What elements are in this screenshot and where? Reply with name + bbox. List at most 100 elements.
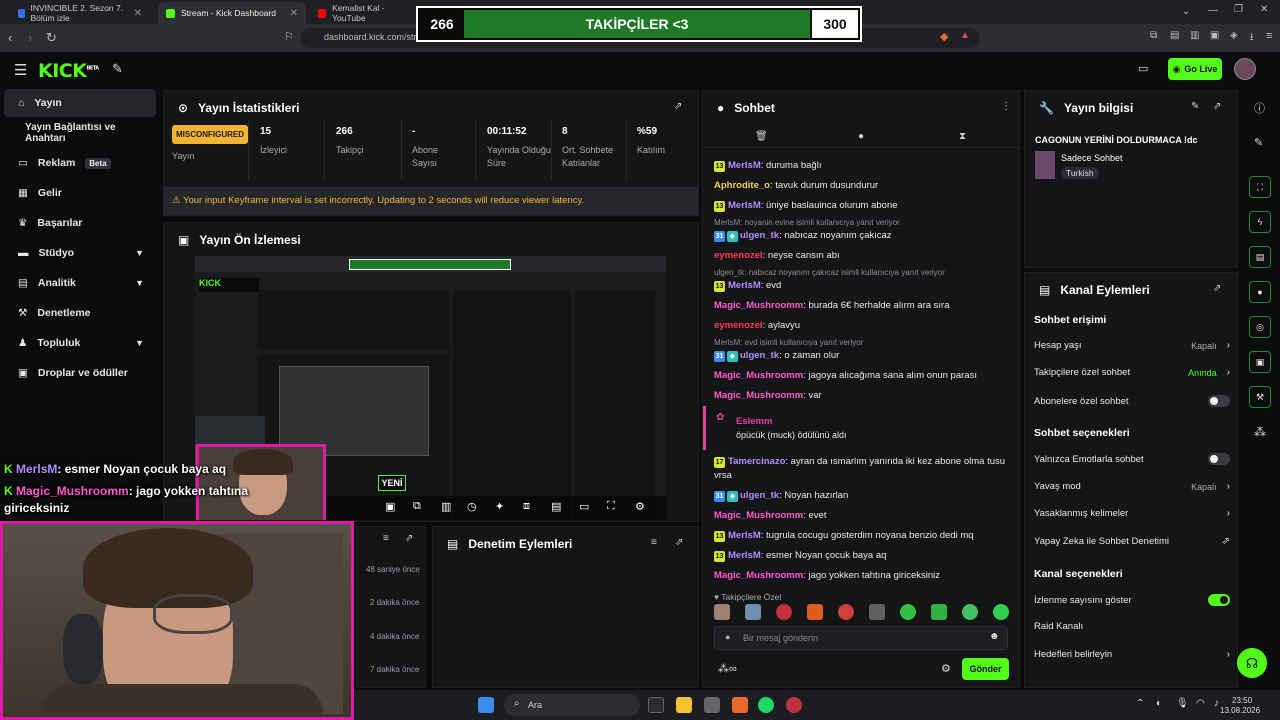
rail-tools-button[interactable]: ⚒: [1249, 386, 1271, 408]
sidebar-item-reklam[interactable]: ▭ Reklam Beta: [4, 149, 156, 177]
vpn-icon[interactable]: ◈: [1230, 30, 1238, 41]
wifi-icon[interactable]: ◠: [1196, 698, 1205, 709]
tab-invincible[interactable]: INVINCIBLE 2. Sezon 7. Bölüm izle ✕: [10, 2, 150, 24]
kick-logo[interactable]: KICKBETA: [38, 60, 99, 82]
slow-mode-row[interactable]: Yavaş mod Kapalı ›: [1034, 481, 1230, 492]
account-age-row[interactable]: Hesap yaşı Kapalı ›: [1034, 340, 1230, 351]
tab-youtube[interactable]: Kemalist Kal - YouTube: [310, 2, 420, 24]
sidebar-item-droplar[interactable]: ▣ Droplar ve ödüller: [4, 359, 156, 387]
sidebar-item-analitik[interactable]: ▤ Analitik ▼: [4, 269, 156, 297]
chat-message[interactable]: Magic_Mushroomm: burada 6€ herhalde alır…: [714, 300, 1014, 311]
chat-username[interactable]: ulgen_tk: [740, 350, 779, 361]
chat-settings-icon[interactable]: ⚙: [941, 662, 951, 675]
chat-username[interactable]: MerlsM: [728, 160, 761, 171]
extensions-icon[interactable]: ⧉: [1150, 30, 1157, 41]
camera-icon[interactable]: ▣: [385, 500, 395, 513]
ai-moderation-row[interactable]: Yapay Zeka ile Sohbet Denetimi ⇗: [1034, 536, 1230, 547]
raid-row[interactable]: Raid Kanalı: [1034, 621, 1230, 632]
close-icon[interactable]: ✕: [290, 8, 298, 19]
sidebar-item-stream-key[interactable]: Yayın Bağlantısı ve Anahtarı: [4, 119, 156, 147]
chat-message[interactable]: eymenozel: neyse cansın abı: [714, 250, 1014, 261]
chat-username[interactable]: Magic_Mushroomm: [714, 390, 803, 401]
support-chat-button[interactable]: ☊: [1237, 648, 1267, 678]
popout-icon[interactable]: ⇗: [1213, 283, 1221, 294]
menu-icon[interactable]: ≡: [1266, 30, 1272, 42]
sparkle-icon[interactable]: ✦: [495, 500, 504, 513]
chart-icon[interactable]: ▥: [441, 500, 451, 513]
emote-icon[interactable]: [900, 604, 916, 620]
chat-message[interactable]: Magic_Mushroomm: jagoya alıcağıma sana a…: [714, 370, 1014, 381]
sidebar-item-topluluk[interactable]: ♟ Topluluk ▼: [4, 329, 156, 357]
chat-username[interactable]: ulgen_tk: [740, 490, 779, 501]
avatar[interactable]: [1234, 58, 1256, 80]
subs-chat-toggle[interactable]: [1208, 395, 1230, 407]
chat-username[interactable]: MerlsM: [728, 530, 761, 541]
sidebar-icon[interactable]: ▤: [1170, 30, 1179, 41]
chat-message[interactable]: 31 ◆ ulgen_tk: Noyan hazırlan: [714, 490, 1014, 502]
message-icon[interactable]: ●: [858, 131, 864, 142]
emote-icon[interactable]: [993, 604, 1009, 620]
chat-username[interactable]: Tamercinazo: [728, 456, 785, 467]
chat-input[interactable]: ● Bir mesaj gönderin ☻: [714, 626, 1008, 650]
close-icon[interactable]: ✕: [134, 8, 142, 19]
bookmark-icon[interactable]: ⚐: [284, 30, 294, 43]
minimize-icon[interactable]: —: [1208, 5, 1218, 16]
info-icon[interactable]: ⓘ: [1254, 100, 1265, 116]
chat-username[interactable]: eymenozel: [714, 250, 763, 261]
emote-icon[interactable]: [869, 604, 885, 620]
emote-icon[interactable]: [838, 604, 854, 620]
popout-icon[interactable]: ⇗: [675, 537, 683, 548]
chat-message[interactable]: Magic_Mushroomm: jago yokken tahtına gir…: [714, 570, 1014, 581]
followers-chat-row[interactable]: Takipçilere özel sohbet Anında ›: [1034, 367, 1230, 378]
brave-shield-icon[interactable]: ◆: [940, 30, 948, 43]
banned-words-row[interactable]: Yasaklanmış kelimeler ›: [1034, 508, 1230, 519]
show-viewers-toggle[interactable]: [1208, 594, 1230, 606]
chat-username[interactable]: Magic_Mushroomm: [714, 300, 803, 311]
chat-username[interactable]: MerlsM: [728, 200, 761, 211]
brave-icon[interactable]: [732, 697, 748, 713]
clip-icon[interactable]: ⧈: [523, 500, 530, 513]
emote-icon[interactable]: [745, 604, 761, 620]
studio-mode-icon[interactable]: ▭: [1138, 62, 1148, 75]
chat-message[interactable]: eymenozel: aylavyu: [714, 320, 1014, 331]
theater-icon[interactable]: ▭: [579, 500, 589, 513]
chat-message[interactable]: 13 MerlsM: üniye baslauinca olurum abone: [714, 200, 1014, 212]
rail-bolt-button[interactable]: ϟ: [1249, 211, 1271, 233]
brave-rewards-icon[interactable]: ▲: [960, 30, 970, 41]
points-icon[interactable]: ⁂∞: [718, 662, 737, 675]
chat-message[interactable]: 31 ◆ ulgen_tk: o zaman olur: [714, 350, 1014, 362]
popout-icon[interactable]: ⇗: [405, 533, 413, 544]
sidebar-item-studyo[interactable]: ▬ Stüdyo ▼: [4, 239, 156, 267]
chat-message[interactable]: Aphrodite_o: tavuk durum dusundurur: [714, 180, 1014, 191]
settings-icon[interactable]: ⚙: [635, 500, 645, 513]
sidebar-item-gelir[interactable]: ▦ Gelir: [4, 179, 156, 207]
popout-icon[interactable]: ⇗: [1213, 101, 1221, 112]
tab-kick-dashboard[interactable]: Stream - Kick Dashboard ✕: [158, 2, 306, 24]
windows-start-icon[interactable]: [478, 697, 494, 713]
more-icon[interactable]: ⋮: [1001, 101, 1011, 112]
chat-username[interactable]: Magic_Mushroomm: [714, 570, 803, 581]
send-button[interactable]: Gönder: [962, 658, 1009, 680]
chat-message[interactable]: Magic_Mushroomm: evet: [714, 510, 1014, 521]
pencil-icon[interactable]: ✎: [1254, 136, 1263, 149]
crop-icon[interactable]: ⧉: [413, 500, 421, 513]
taskbar-search[interactable]: ⌕ Ara: [504, 694, 640, 716]
chat-username[interactable]: MerlsM: [728, 550, 761, 561]
rail-doc-button[interactable]: ▤: [1249, 246, 1271, 268]
chat-username[interactable]: ulgen_tk: [740, 230, 779, 241]
reload-icon[interactable]: ↻: [46, 30, 57, 46]
mic-icon[interactable]: 🎙: [1176, 698, 1189, 709]
filter-icon[interactable]: ≡: [383, 533, 389, 544]
forward-icon[interactable]: ›: [28, 30, 32, 45]
download-icon[interactable]: ⭳: [1250, 30, 1254, 47]
chat-username[interactable]: eymenozel: [714, 320, 763, 331]
tray-app-icon[interactable]: ◐: [1156, 698, 1162, 709]
chat-message[interactable]: 13 MerlsM: tugrula cocugu gosterdim noyan…: [714, 530, 1014, 542]
maximize-icon[interactable]: ❐: [1234, 4, 1243, 15]
sidebar-item-basarilar[interactable]: ♛ Başarılar: [4, 209, 156, 237]
chat-username[interactable]: Aphrodite_o: [714, 180, 770, 191]
emote-icon[interactable]: [714, 604, 730, 620]
goals-row[interactable]: Hedefleri belirleyin ›: [1034, 649, 1230, 660]
task-view-icon[interactable]: [648, 697, 664, 713]
rail-crop-button[interactable]: ⛶: [1249, 176, 1271, 198]
